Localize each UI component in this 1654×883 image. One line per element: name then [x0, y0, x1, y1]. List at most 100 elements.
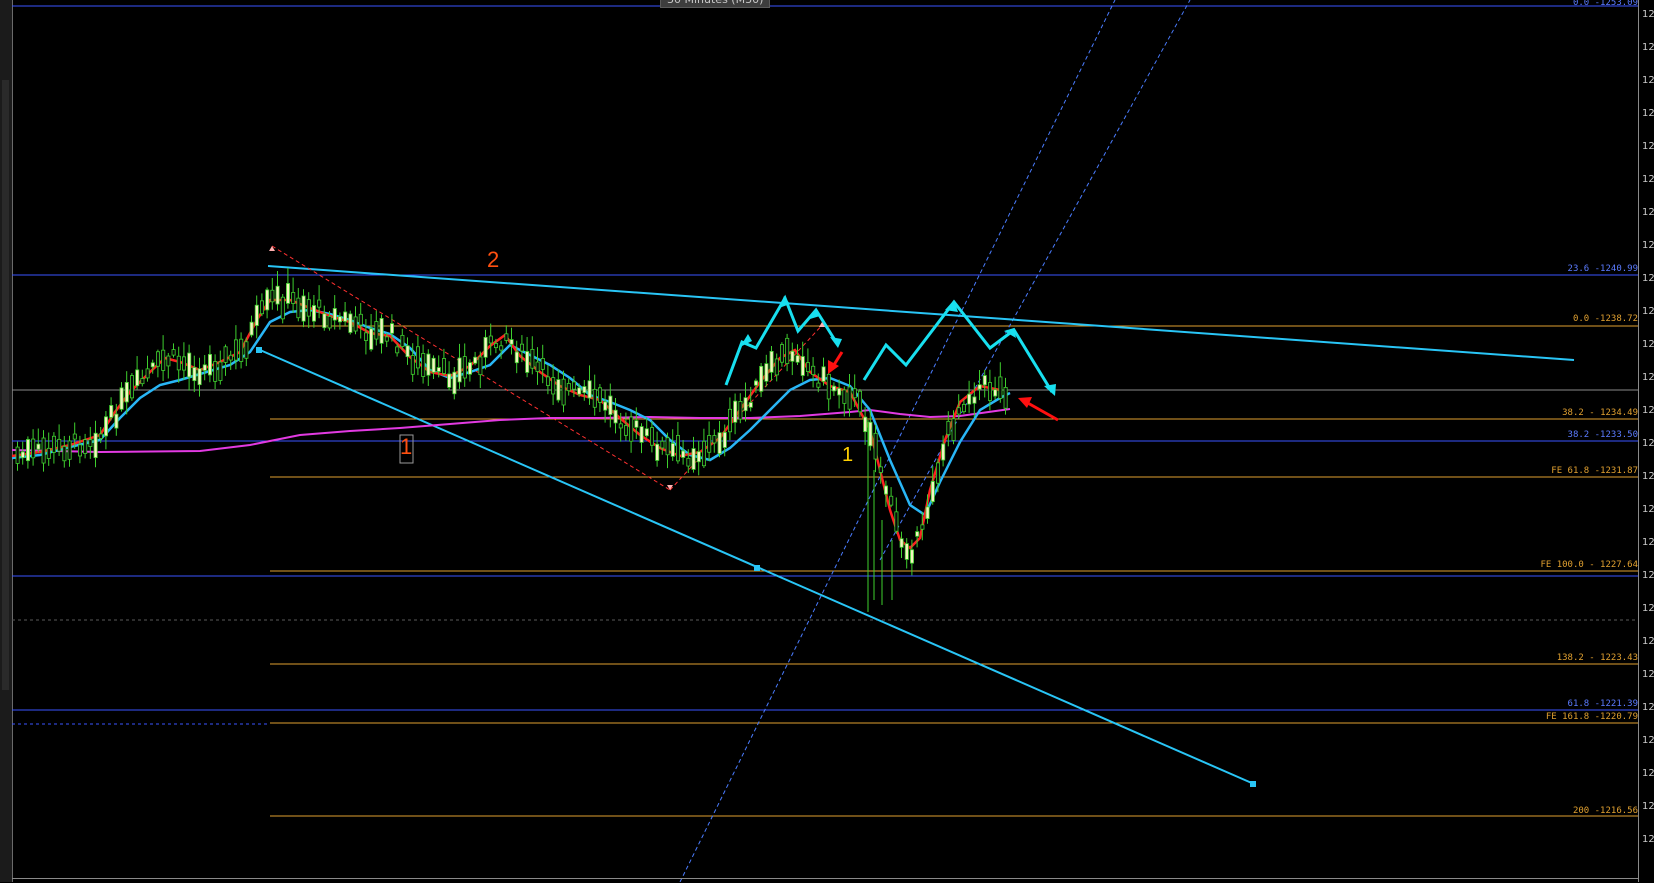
candle-body [41, 437, 46, 464]
candle-body [852, 388, 857, 399]
trendlines [259, 265, 1575, 785]
fib-label-38-2-b: 38.2 -1233.50 [1567, 430, 1638, 440]
candle-body [572, 381, 577, 390]
candle-body [982, 375, 987, 386]
candle-body [748, 402, 753, 408]
fib-label-fe-161-8: FE 161.8 -1220.79 [1545, 712, 1638, 722]
fib-label-0-0: 0.0 -1238.72 [1572, 314, 1638, 324]
candle-body [421, 353, 426, 377]
candle-body [696, 451, 701, 463]
candle-body [280, 296, 285, 320]
candle-body [98, 433, 103, 439]
candle-body [311, 305, 316, 322]
wave-label-2: 2 [487, 247, 500, 272]
candle-body [764, 363, 769, 382]
candle-body [436, 367, 441, 372]
candle-body [920, 524, 925, 530]
candle-body [488, 335, 493, 344]
trendline-handle[interactable] [1250, 781, 1256, 787]
candle-body [951, 418, 956, 441]
candle-body [899, 538, 904, 548]
candle-body [493, 343, 498, 349]
candle-body [192, 367, 197, 382]
candle-body [72, 433, 77, 440]
candle-body [707, 435, 712, 453]
candle-body [78, 444, 83, 457]
candle-body [551, 377, 556, 395]
candle-body [129, 375, 134, 399]
candle-body [514, 351, 519, 364]
price-scale-tick: 12 [1642, 273, 1654, 284]
candle-body [332, 308, 337, 321]
candle-body [530, 348, 535, 369]
candle-body [135, 369, 140, 387]
candle-body [998, 376, 1003, 399]
candle-body [546, 376, 551, 386]
candle-body [161, 349, 166, 371]
candle-body [670, 443, 675, 457]
trendline-handle[interactable] [256, 347, 262, 353]
candle-body [837, 388, 842, 396]
candle-body [31, 438, 36, 459]
candle-body [956, 407, 961, 415]
candle-body [52, 435, 57, 453]
candle-body [910, 549, 915, 564]
candle-body [405, 345, 410, 358]
price-chart-canvas[interactable] [0, 0, 1638, 882]
candle-body [447, 373, 452, 388]
candle-body [566, 383, 571, 392]
candle-body [166, 355, 171, 367]
chart-window[interactable]: 30 Minutes (M30) 2 1 1 0.0 -1253.09 23.6… [0, 0, 1654, 882]
candle-body [452, 371, 457, 395]
candle-body [462, 356, 467, 379]
candle-body [254, 304, 259, 326]
candle-body [395, 346, 400, 354]
candle-body [109, 405, 114, 418]
candle-body [358, 313, 363, 326]
candle-body [826, 373, 831, 400]
trendline-handle[interactable] [754, 565, 760, 571]
price-scale[interactable]: 12 12 12 12 12 12 12 12 12 12 12 12 12 12 12 12 12 12 12 12… [1638, 0, 1654, 882]
candle-body [795, 355, 800, 363]
candle-body [587, 380, 592, 399]
fractal-markers [269, 246, 825, 490]
candle-body [691, 448, 696, 470]
candle-body [155, 351, 160, 367]
fib-label-fe-61-8: FE 61.8 -1231.87 [1551, 466, 1638, 476]
price-scale-tick: 12 [1642, 537, 1654, 548]
candle-body [660, 440, 665, 449]
time-axis[interactable] [12, 878, 1638, 883]
candle-body [774, 358, 779, 376]
candle-body [119, 387, 124, 410]
candle-body [296, 297, 301, 319]
price-scale-tick: 12 [1642, 834, 1654, 845]
candle-body [967, 393, 972, 405]
candle-body [759, 365, 764, 392]
candle-body [374, 321, 379, 340]
candle-body [473, 356, 478, 364]
candle-body [239, 338, 244, 362]
candle-body [384, 336, 389, 342]
candle-body [275, 285, 280, 305]
candle-body [67, 440, 72, 460]
fib-label-61-8: 61.8 -1221.39 [1567, 699, 1638, 709]
candle-body [988, 382, 993, 401]
candle-body [363, 332, 368, 341]
candle-body [337, 316, 342, 323]
candle-body [88, 439, 93, 447]
fib-label-200: 200 -1216.56 [1572, 806, 1638, 816]
candle-body [702, 440, 707, 467]
candle-body [15, 446, 20, 464]
candle-body [582, 386, 587, 394]
wave-label-1: 1 [400, 434, 413, 459]
candle-body [686, 457, 691, 467]
candle-body [780, 344, 785, 363]
candle-body [228, 354, 233, 361]
candle-body [858, 390, 863, 413]
candle-body [62, 446, 67, 462]
candle-body [821, 366, 826, 382]
candle-body [676, 435, 681, 462]
wave-label-1-yellow: 1 [842, 444, 854, 466]
candle-body [624, 425, 629, 436]
candle-body [806, 362, 811, 372]
